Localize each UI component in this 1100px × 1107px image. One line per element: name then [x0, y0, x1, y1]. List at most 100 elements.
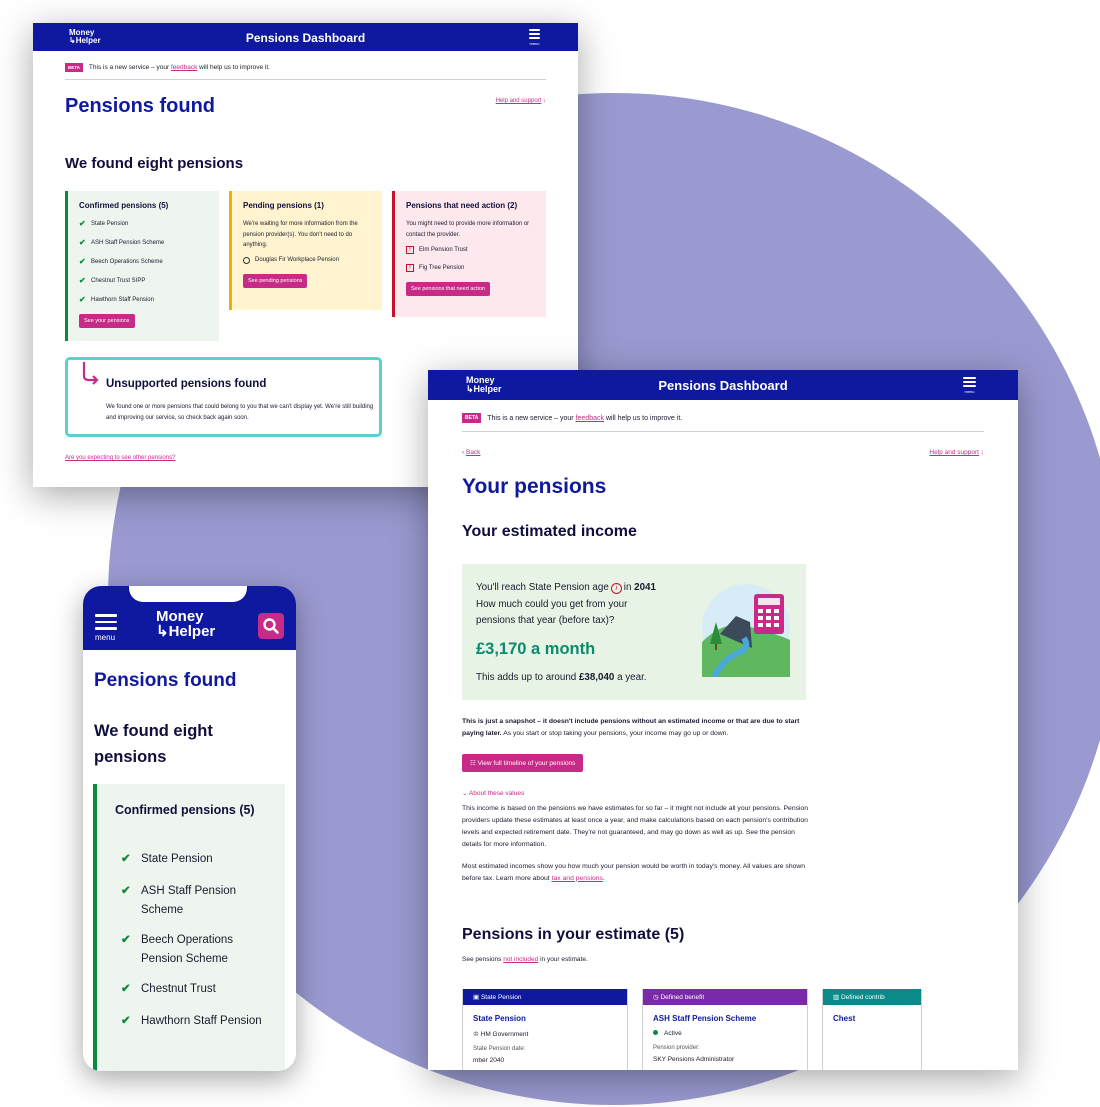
menu-button[interactable]: menu	[95, 614, 117, 642]
card-title: Confirmed pensions (5)	[79, 201, 169, 210]
estimate-pensions-heading: Pensions in your estimate (5)	[462, 926, 685, 943]
site-header: Money ↳Helper Pensions Dashboard menu	[33, 23, 578, 51]
see-your-pensions-button[interactable]: See your pensions	[79, 314, 135, 328]
item-label: Elm Pension Trust	[419, 247, 468, 253]
card-text: We're waiting for more information from …	[243, 221, 358, 248]
snapshot-text: As you start or stop taking your pension…	[503, 729, 729, 737]
item-label: State Pension	[91, 220, 129, 227]
card-type: Defined benefit	[660, 994, 705, 1001]
logo-line2-text: Helper	[168, 623, 216, 640]
tax-and-pensions-link[interactable]: tax and pensions	[552, 875, 603, 882]
beta-text-before: This is a new service – your	[88, 64, 170, 71]
question-line2: How much could you get from your	[476, 598, 628, 610]
detail-key: State Pension date:	[473, 1046, 526, 1052]
help-and-support-link[interactable]: Help and support ↓	[929, 449, 984, 456]
item-label: State Pension	[141, 853, 213, 865]
pension-card-state[interactable]: ▣ State Pension State Pension ♔ HM Gover…	[462, 989, 628, 1070]
beta-badge: BETA	[65, 63, 83, 72]
check-icon: ✔	[79, 276, 86, 285]
view-timeline-button[interactable]: ☷ View full timeline of your pensions	[462, 754, 584, 772]
list-icon: ☷	[470, 760, 476, 767]
check-icon: ✔	[121, 983, 131, 995]
pending-pensions-card: Pending pensions (1) We're waiting for m…	[229, 191, 382, 310]
list-item: ✔ Chestnut Trust SIPP	[79, 276, 209, 285]
item-label: ASH Staff Pension Scheme	[141, 885, 237, 916]
check-icon: ✔	[121, 885, 131, 897]
provider-line-text: HM Government	[480, 1031, 529, 1038]
confirmed-pensions-card: Confirmed pensions (5) ✔ State Pension ✔ A…	[65, 191, 219, 341]
pension-year: 2041	[634, 582, 656, 593]
card-title: Pending pensions (1)	[243, 201, 324, 210]
beta-banner: BETA This is a new service – your feedba…	[65, 63, 546, 80]
question-line3: pensions that year (before tax)?	[476, 615, 615, 627]
list-item: ✔ Beech Operations Scheme	[79, 257, 209, 266]
other-pensions-link[interactable]: Are you expecting to see other pensions?	[65, 455, 175, 461]
check-icon: ✔	[79, 219, 86, 228]
unsupported-pensions-panel: Unsupported pensions found We found one …	[65, 357, 382, 437]
item-label: Hawthorn Staff Pension	[141, 1015, 262, 1027]
back-row: ‹ Back Help and support ↓	[462, 449, 984, 463]
feedback-link[interactable]: feedback	[576, 415, 604, 422]
menu-label: menu	[95, 632, 116, 642]
warning-icon: !	[406, 264, 414, 272]
menu-button[interactable]: menu	[529, 29, 540, 46]
pension-card-ash[interactable]: ◷ Defined benefit ASH Staff Pension Sche…	[642, 989, 808, 1070]
card-text: You might need to provide more informati…	[406, 221, 530, 238]
found-heading: We found eight pensions	[65, 155, 244, 172]
list-item: ✔ Hawthorn Staff Pension	[121, 1012, 271, 1031]
menu-label: menu	[964, 389, 975, 394]
estimate-question: You'll reach State Pension age i in 2041 H…	[476, 580, 656, 630]
mobile-screen: menu Money ↳Helper Pensions found We fou…	[83, 586, 296, 1071]
about-label: About these values	[468, 790, 525, 797]
clock-icon: ◷	[653, 994, 659, 1001]
page-title: Your pensions	[462, 475, 607, 498]
yearly-amount: £38,040	[578, 672, 615, 683]
item-label: Beech Operations Scheme	[91, 258, 163, 265]
pension-name: State Pension	[473, 1014, 526, 1023]
title-row: Pensions found Help and support ↓	[65, 95, 546, 125]
beta-text-after: will help us to improve it.	[199, 64, 270, 71]
mobile-header: menu Money ↳Helper	[83, 586, 296, 650]
menu-button[interactable]: menu	[963, 377, 976, 394]
provider-line: ♔ HM Government	[473, 1030, 617, 1038]
phone-notch	[129, 586, 247, 602]
item-label: Hawthorn Staff Pension	[91, 296, 154, 303]
see-after: in your estimate.	[540, 956, 588, 963]
header-title: Pensions Dashboard	[245, 31, 366, 45]
active-status-dot	[653, 1030, 658, 1035]
card-type: State Pension	[480, 994, 522, 1001]
list-item: ✔ Hawthorn Staff Pension	[79, 295, 209, 304]
info-icon[interactable]: i	[610, 583, 622, 594]
about-these-values-toggle[interactable]: ⌄ About these values	[462, 789, 524, 797]
see-pensions-that-need-action-button[interactable]: See pensions that need action	[406, 282, 491, 296]
status-text: Active	[664, 1030, 682, 1037]
check-icon: ✔	[79, 295, 86, 304]
corner-arrow-icon	[82, 362, 99, 385]
monthly-amount: £3,170 a month	[476, 640, 596, 658]
detail-value: SKY Pensions Administrator	[653, 1056, 735, 1063]
detail-key: Pension provider:	[653, 1045, 700, 1051]
search-button[interactable]	[258, 613, 284, 639]
pension-summary-cards: Confirmed pensions (5) ✔ State Pension ✔ A…	[65, 191, 546, 343]
not-included-link[interactable]: not included	[503, 956, 538, 963]
menu-label: menu	[529, 41, 540, 46]
help-and-support-link[interactable]: Help and support ↓	[496, 98, 546, 104]
unsupported-title: Unsupported pensions found	[106, 378, 267, 390]
pension-card-chestnut[interactable]: ▥ Defined contrib Chest	[822, 989, 922, 1070]
about-text-2: Most estimated incomes show you how much…	[462, 863, 806, 882]
unsupported-text: We found one or more pensions that could…	[106, 404, 374, 421]
card-title: Confirmed pensions (5)	[115, 803, 255, 817]
feedback-link[interactable]: feedback	[171, 64, 197, 71]
page-title: Pensions found	[65, 95, 215, 117]
moneyhelper-logo[interactable]: Money ↳Helper	[156, 609, 215, 639]
list-item: ✔ ASH Staff Pension Scheme	[121, 882, 271, 920]
item-label: ASH Staff Pension Scheme	[91, 239, 165, 246]
pension-name: Chest	[833, 1014, 856, 1023]
check-icon: ✔	[121, 934, 131, 946]
back-link[interactable]: ‹ Back	[462, 449, 480, 456]
yearly-amount-text: This adds up to around £38,040 a year.	[476, 672, 647, 683]
list-item: ✔ State Pension	[79, 219, 209, 228]
site-header: Money ↳Helper Pensions Dashboard menu	[428, 370, 1018, 400]
card-type-header: ▥ Defined contrib	[823, 989, 921, 1005]
see-pending-pensions-button[interactable]: See pending pensions	[243, 273, 308, 288]
